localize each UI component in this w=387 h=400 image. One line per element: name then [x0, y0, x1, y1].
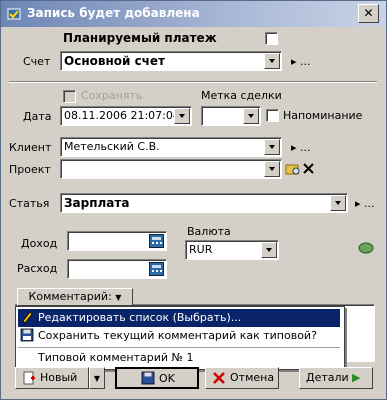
- currency-value: RUR: [189, 243, 213, 256]
- arrow-right-icon: ▶: [352, 371, 361, 384]
- client-more-button[interactable]: ▸ ...: [291, 141, 311, 154]
- chevron-down-icon: ▼: [93, 374, 101, 383]
- ok-button-label: OK: [159, 372, 175, 385]
- chevron-down-icon: ▼: [115, 293, 122, 302]
- date-label: Дата: [23, 110, 52, 123]
- planned-payment-checkbox[interactable]: [265, 32, 278, 45]
- account-more-button[interactable]: ▸ ...: [291, 55, 311, 68]
- account-select[interactable]: Основной счет: [60, 51, 282, 71]
- dialog-window: Запись будет добавлена ✕ Планируемый пла…: [0, 0, 387, 400]
- save-disk-icon: [141, 371, 155, 385]
- date-picker[interactable]: 08.11.2006 21:07:04: [60, 106, 192, 126]
- client-select[interactable]: Метельский С.В.: [60, 137, 282, 157]
- ok-button[interactable]: OK: [115, 367, 199, 389]
- chevron-down-icon[interactable]: [243, 108, 259, 124]
- details-button[interactable]: Детали ▶: [299, 367, 373, 389]
- cancel-button[interactable]: Отмена: [205, 367, 279, 389]
- project-select[interactable]: [60, 159, 282, 179]
- calculator-icon[interactable]: [149, 234, 164, 248]
- menu-item-label: Типовой комментарий № 1: [38, 351, 194, 364]
- chevron-down-icon[interactable]: [264, 161, 280, 177]
- article-more-button[interactable]: ▸ ...: [355, 197, 375, 210]
- cancel-button-label: Отмена: [230, 371, 275, 384]
- save-disk-icon: [20, 328, 34, 342]
- reminder-checkbox[interactable]: [266, 109, 279, 122]
- project-label: Проект: [9, 163, 51, 176]
- expense-label: Расход: [17, 262, 58, 275]
- menu-separator: [18, 347, 340, 348]
- account-label: Счет: [23, 55, 51, 68]
- article-label: Статья: [9, 197, 50, 210]
- chevron-down-icon[interactable]: [261, 242, 277, 258]
- menu-item-edit-list[interactable]: Редактировать список (Выбрать)...: [18, 309, 340, 327]
- menu-item-label: Сохранить текущий комментарий как типово…: [38, 329, 317, 342]
- comment-menu-button[interactable]: Комментарий: ▼: [17, 288, 133, 306]
- planned-payment-label: Планируемый платеж: [63, 31, 217, 45]
- income-field[interactable]: [67, 231, 167, 251]
- client-value: Метельский С.В.: [64, 140, 160, 153]
- article-value: Зарплата: [64, 196, 130, 210]
- menu-item-save-comment[interactable]: Сохранить текущий комментарий как типово…: [18, 327, 340, 345]
- reminder-label: Напоминание: [283, 109, 363, 122]
- deal-mark-select[interactable]: [201, 106, 261, 126]
- clear-x-icon[interactable]: [302, 162, 315, 175]
- details-button-label: Детали: [306, 371, 349, 384]
- pencil-icon: [22, 311, 33, 324]
- new-button[interactable]: Новый: [15, 367, 89, 389]
- close-icon: [213, 372, 225, 384]
- close-button[interactable]: ✕: [358, 4, 379, 23]
- comment-context-menu: Редактировать список (Выбрать)... Сохран…: [15, 306, 345, 370]
- account-value: Основной счет: [64, 54, 166, 68]
- comment-button-label: Комментарий:: [28, 290, 112, 303]
- new-document-icon: [23, 371, 35, 385]
- exchange-icon[interactable]: [358, 241, 374, 255]
- window-title: Запись будет добавлена: [27, 6, 200, 20]
- chevron-down-icon[interactable]: [174, 108, 190, 124]
- client-label: Клиент: [9, 141, 52, 154]
- save-checkbox[interactable]: [63, 90, 76, 103]
- chevron-down-icon[interactable]: [264, 53, 280, 69]
- new-button-label: Новый: [40, 371, 78, 384]
- expense-field[interactable]: [67, 259, 167, 279]
- menu-item-template-comment[interactable]: Типовой комментарий № 1: [18, 349, 340, 367]
- chevron-down-icon[interactable]: [264, 139, 280, 155]
- save-label: Сохранять: [81, 89, 143, 102]
- currency-label: Валюта: [187, 225, 231, 238]
- chevron-down-icon[interactable]: [330, 195, 346, 211]
- menu-item-label: Редактировать список (Выбрать)...: [38, 311, 242, 324]
- calculator-icon[interactable]: [149, 262, 164, 276]
- title-bar[interactable]: Запись будет добавлена ✕: [1, 1, 386, 27]
- folder-search-icon[interactable]: [285, 161, 301, 177]
- income-label: Доход: [21, 237, 58, 250]
- currency-select[interactable]: RUR: [185, 240, 279, 260]
- new-dropdown-button[interactable]: ▼: [89, 367, 105, 389]
- article-select[interactable]: Зарплата: [60, 193, 348, 213]
- separator: [9, 81, 377, 83]
- date-value: 08.11.2006 21:07:04: [64, 109, 180, 122]
- app-icon: [7, 8, 21, 20]
- deal-mark-label: Метка сделки: [201, 89, 282, 102]
